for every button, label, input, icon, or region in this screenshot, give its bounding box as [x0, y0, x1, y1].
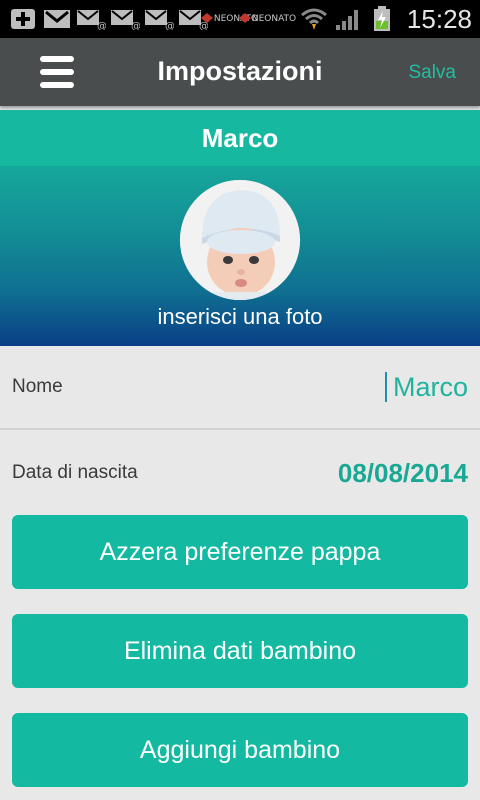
name-label: Nome	[12, 376, 63, 397]
name-input[interactable]	[388, 371, 468, 403]
clock: 15:28	[406, 3, 472, 34]
child-avatar[interactable]	[180, 180, 300, 300]
settings-screen: @ @ @ @ NEONATO NEONATO 15:28 Impostazio…	[0, 0, 480, 800]
add-photo-link[interactable]: inserisci una foto	[0, 304, 480, 330]
email-icon: @	[76, 8, 106, 30]
svg-text:@: @	[131, 21, 140, 30]
notif-label: NEONATO	[251, 14, 297, 24]
system-icons: 15:28	[299, 4, 472, 35]
name-row: Nome	[0, 346, 480, 430]
email-icon: @	[110, 8, 140, 30]
add-child-button[interactable]: Aggiungi bambino	[12, 713, 468, 787]
photo-header: inserisci una foto	[0, 166, 480, 346]
child-name-banner: Marco	[0, 110, 480, 166]
add-icon	[8, 8, 38, 30]
email-icon: @	[144, 8, 174, 30]
svg-text:@: @	[97, 21, 106, 30]
name-input-wrap	[385, 371, 468, 403]
reset-preferences-button[interactable]: Azzera preferenze pappa	[12, 515, 468, 589]
svg-text:@: @	[165, 21, 174, 30]
neonato-notification-icon: NEONATO	[238, 8, 296, 30]
gmail-icon	[42, 8, 72, 30]
birth-date-row: Data di nascita 08/08/2014	[0, 432, 480, 514]
action-bar: Impostazioni Salva	[0, 38, 480, 106]
status-bar: @ @ @ @ NEONATO NEONATO 15:28	[0, 0, 480, 38]
battery-charging-icon	[367, 6, 397, 31]
save-button[interactable]: Salva	[408, 62, 456, 84]
text-cursor	[385, 372, 387, 402]
delete-child-data-button[interactable]: Elimina dati bambino	[12, 614, 468, 688]
wifi-icon	[299, 8, 329, 30]
birth-date-value[interactable]: 08/08/2014	[338, 458, 468, 489]
birth-date-label: Data di nascita	[12, 462, 138, 483]
notification-icons: @ @ @ @ NEONATO NEONATO	[8, 8, 296, 30]
signal-icon	[333, 8, 363, 30]
